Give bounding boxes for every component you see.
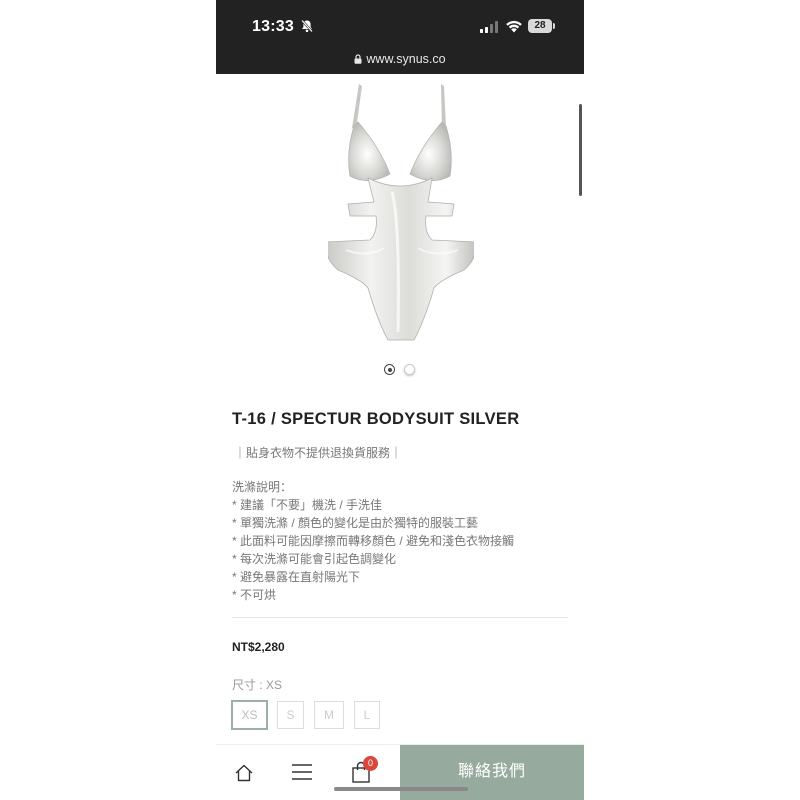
- status-time: 13:33: [252, 18, 294, 35]
- size-option-xs[interactable]: XS: [232, 701, 267, 729]
- divider: [232, 617, 568, 618]
- phone-screen: 13:33 28 www.synus.co T-16 / SPECTUR BOD…: [216, 0, 584, 800]
- url-text: www.synus.co: [366, 52, 446, 66]
- size-option-m[interactable]: M: [314, 701, 344, 729]
- lock-icon: [354, 54, 362, 64]
- bell-mute-icon: [301, 19, 313, 33]
- wifi-icon: [506, 20, 522, 33]
- care-instructions: 洗滌說明： * 建議「不要」機洗 / 手洗佳 * 單獨洗滌 / 顏色的變化是由於…: [232, 478, 514, 604]
- size-label: 尺寸 : XS: [232, 678, 283, 692]
- home-icon[interactable]: [234, 763, 254, 783]
- return-policy-notice: ｜貼身衣物不提供退換貨服務｜: [234, 446, 403, 460]
- bottom-navigation: 0 聯絡我們: [216, 744, 584, 800]
- care-line: * 避免暴露在直射陽光下: [232, 570, 361, 584]
- signal-icon: [480, 21, 498, 33]
- product-image[interactable]: [328, 82, 474, 348]
- care-line: * 建議「不要」機洗 / 手洗佳: [232, 498, 383, 512]
- url-bar[interactable]: www.synus.co: [216, 52, 584, 66]
- pagination-dot-1[interactable]: [384, 364, 395, 375]
- pagination-dot-2[interactable]: [404, 364, 415, 375]
- care-line: * 不可烘: [232, 588, 277, 602]
- battery-level: 28: [528, 19, 552, 33]
- product-title: T-16 / SPECTUR BODYSUIT SILVER: [232, 410, 520, 428]
- care-line: * 每次洗滌可能會引起色調變化: [232, 552, 397, 566]
- care-line: * 此面料可能因摩擦而轉移顏色 / 避免和淺色衣物接觸: [232, 534, 515, 548]
- cart-count-badge: 0: [363, 756, 378, 771]
- size-option-s[interactable]: S: [277, 701, 304, 729]
- home-indicator[interactable]: [334, 787, 468, 791]
- contact-us-button[interactable]: 聯絡我們: [400, 745, 584, 800]
- care-line: * 單獨洗滌 / 顏色的變化是由於獨特的服裝工藝: [232, 516, 479, 530]
- menu-icon[interactable]: [292, 763, 312, 781]
- size-option-l[interactable]: L: [354, 701, 380, 729]
- scroll-indicator[interactable]: [579, 104, 582, 196]
- image-pagination: [384, 364, 424, 376]
- care-line: 洗滌說明：: [232, 480, 293, 494]
- battery-tip: [553, 23, 555, 29]
- status-and-url-bar: 13:33 28 www.synus.co: [216, 0, 584, 74]
- product-price: NT$2,280: [232, 640, 285, 654]
